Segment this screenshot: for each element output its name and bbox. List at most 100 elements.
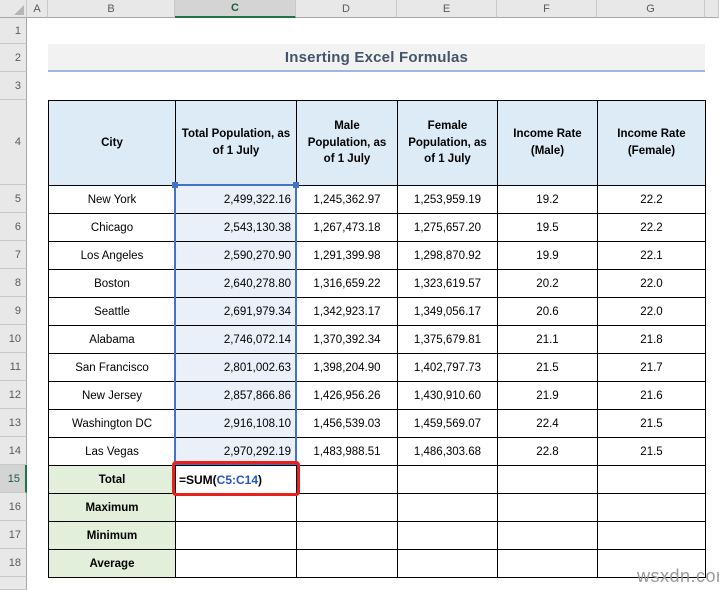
value-cell[interactable]: 22.2 <box>598 186 706 214</box>
value-cell[interactable]: 22.4 <box>498 410 598 438</box>
value-cell[interactable]: 1,253,959.19 <box>398 186 498 214</box>
city-cell[interactable]: New Jersey <box>49 382 176 410</box>
empty-cell[interactable] <box>176 550 297 578</box>
value-cell[interactable]: 1,426,956.26 <box>297 382 398 410</box>
empty-cell[interactable] <box>297 466 398 494</box>
value-cell[interactable]: 19.5 <box>498 214 598 242</box>
empty-cell[interactable] <box>398 494 498 522</box>
city-cell[interactable]: San Francisco <box>49 354 176 382</box>
empty-cell[interactable] <box>498 494 598 522</box>
value-cell[interactable]: 1,267,473.18 <box>297 214 398 242</box>
city-cell[interactable]: Chicago <box>49 214 176 242</box>
value-cell[interactable]: 21.5 <box>598 438 706 466</box>
empty-cell[interactable] <box>297 522 398 550</box>
value-cell[interactable]: 20.2 <box>498 270 598 298</box>
column-header-C[interactable]: C <box>175 0 296 18</box>
row-header-12[interactable]: 12 <box>0 381 27 409</box>
table-header-cell[interactable]: Male Population, as of 1 July <box>297 101 398 186</box>
empty-cell[interactable] <box>598 494 706 522</box>
city-cell[interactable]: Las Vegas <box>49 438 176 466</box>
value-cell[interactable]: 2,857,866.86 <box>176 382 297 410</box>
value-cell[interactable]: 2,746,072.14 <box>176 326 297 354</box>
column-header-D[interactable]: D <box>296 0 397 18</box>
summary-label-cell[interactable]: Average <box>49 550 176 578</box>
row-header-4[interactable]: 4 <box>0 100 27 185</box>
value-cell[interactable]: 1,402,797.73 <box>398 354 498 382</box>
value-cell[interactable]: 22.8 <box>498 438 598 466</box>
city-cell[interactable]: Seattle <box>49 298 176 326</box>
value-cell[interactable]: 1,291,399.98 <box>297 242 398 270</box>
row-header-10[interactable]: 10 <box>0 325 27 353</box>
value-cell[interactable]: 19.2 <box>498 186 598 214</box>
formula-cell[interactable]: =SUM(C5:C14) <box>176 466 297 494</box>
column-header-B[interactable]: B <box>48 0 175 18</box>
empty-cell[interactable] <box>398 550 498 578</box>
value-cell[interactable]: 1,430,910.60 <box>398 382 498 410</box>
empty-cell[interactable] <box>498 522 598 550</box>
row-header-15[interactable]: 15 <box>0 465 27 493</box>
value-cell[interactable]: 20.6 <box>498 298 598 326</box>
table-header-cell[interactable]: Total Population, as of 1 July <box>176 101 297 186</box>
value-cell[interactable]: 1,483,988.51 <box>297 438 398 466</box>
empty-cell[interactable] <box>297 550 398 578</box>
value-cell[interactable]: 22.1 <box>598 242 706 270</box>
column-header-A[interactable]: A <box>27 0 48 18</box>
column-header-E[interactable]: E <box>397 0 497 18</box>
row-header-17[interactable]: 17 <box>0 521 27 549</box>
value-cell[interactable]: 22.0 <box>598 298 706 326</box>
value-cell[interactable]: 2,801,002.63 <box>176 354 297 382</box>
row-header-14[interactable]: 14 <box>0 437 27 465</box>
table-header-cell[interactable]: Income Rate (Female) <box>598 101 706 186</box>
value-cell[interactable]: 1,370,392.34 <box>297 326 398 354</box>
value-cell[interactable]: 1,375,679.81 <box>398 326 498 354</box>
value-cell[interactable]: 1,275,657.20 <box>398 214 498 242</box>
value-cell[interactable]: 1,342,923.17 <box>297 298 398 326</box>
value-cell[interactable]: 21.7 <box>598 354 706 382</box>
worksheet-title-cell[interactable]: Inserting Excel Formulas <box>48 44 705 72</box>
column-header-F[interactable]: F <box>497 0 597 18</box>
row-header-11[interactable]: 11 <box>0 353 27 381</box>
row-header-1[interactable]: 1 <box>0 18 27 44</box>
value-cell[interactable]: 1,298,870.92 <box>398 242 498 270</box>
city-cell[interactable]: New York <box>49 186 176 214</box>
row-header-7[interactable]: 7 <box>0 241 27 269</box>
value-cell[interactable]: 1,398,204.90 <box>297 354 398 382</box>
value-cell[interactable]: 1,323,619.57 <box>398 270 498 298</box>
value-cell[interactable]: 22.2 <box>598 214 706 242</box>
summary-label-cell[interactable]: Total <box>49 466 176 494</box>
value-cell[interactable]: 2,590,270.90 <box>176 242 297 270</box>
value-cell[interactable]: 1,316,659.22 <box>297 270 398 298</box>
value-cell[interactable]: 1,459,569.07 <box>398 410 498 438</box>
table-header-cell[interactable]: Income Rate (Male) <box>498 101 598 186</box>
row-header-6[interactable]: 6 <box>0 213 27 241</box>
empty-cell[interactable] <box>598 466 706 494</box>
value-cell[interactable]: 19.9 <box>498 242 598 270</box>
city-cell[interactable]: Alabama <box>49 326 176 354</box>
value-cell[interactable]: 2,916,108.10 <box>176 410 297 438</box>
value-cell[interactable]: 21.1 <box>498 326 598 354</box>
empty-cell[interactable] <box>398 466 498 494</box>
empty-cell[interactable] <box>176 522 297 550</box>
select-all-corner[interactable] <box>0 0 27 18</box>
row-header-13[interactable]: 13 <box>0 409 27 437</box>
value-cell[interactable]: 2,970,292.19 <box>176 438 297 466</box>
value-cell[interactable]: 2,499,322.16 <box>176 186 297 214</box>
value-cell[interactable]: 2,640,278.80 <box>176 270 297 298</box>
table-header-cell[interactable]: City <box>49 101 176 186</box>
row-header-5[interactable]: 5 <box>0 185 27 213</box>
value-cell[interactable]: 21.5 <box>498 354 598 382</box>
city-cell[interactable]: Boston <box>49 270 176 298</box>
city-cell[interactable]: Los Angeles <box>49 242 176 270</box>
empty-cell[interactable] <box>398 522 498 550</box>
empty-cell[interactable] <box>598 522 706 550</box>
value-cell[interactable]: 2,543,130.38 <box>176 214 297 242</box>
row-header-16[interactable]: 16 <box>0 493 27 521</box>
summary-label-cell[interactable]: Minimum <box>49 522 176 550</box>
empty-cell[interactable] <box>176 494 297 522</box>
row-header-2[interactable]: 2 <box>0 44 27 72</box>
value-cell[interactable]: 21.8 <box>598 326 706 354</box>
column-header-G[interactable]: G <box>597 0 705 18</box>
value-cell[interactable]: 21.5 <box>598 410 706 438</box>
summary-label-cell[interactable]: Maximum <box>49 494 176 522</box>
city-cell[interactable]: Washington DC <box>49 410 176 438</box>
